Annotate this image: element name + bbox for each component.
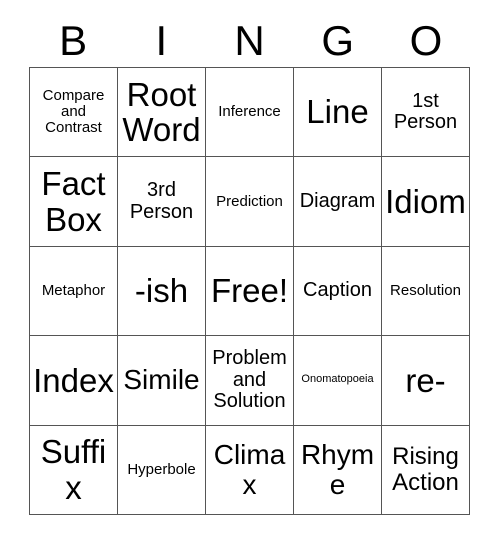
bingo-cell[interactable]: 1st Person [382, 68, 470, 158]
bingo-free-space-cell[interactable]: Free! [206, 246, 294, 337]
bingo-cell[interactable]: Inference [206, 68, 294, 158]
bingo-cell-label: re- [405, 361, 446, 399]
bingo-cell[interactable]: Prediction [206, 157, 294, 247]
bingo-cell[interactable]: Idiom [382, 157, 470, 247]
bingo-cell[interactable]: Diagram [294, 157, 382, 247]
bingo-cell[interactable]: Resolution [382, 246, 470, 337]
bingo-cell-label: Onomatopoeia [301, 373, 374, 386]
bingo-cell-label: Hyperbole [127, 460, 196, 478]
bingo-cell[interactable]: Suffix [30, 425, 118, 515]
bingo-cell-label: Resolution [390, 281, 461, 299]
bingo-cell-label: Root Word [122, 75, 201, 149]
bingo-cell[interactable]: re- [382, 336, 470, 426]
bingo-cell-label: 3rd Person [129, 179, 194, 223]
bingo-grid: Compare and Contrast Root Word Inference Li… [29, 67, 470, 515]
bingo-cell-label: Idiom [385, 182, 466, 220]
bingo-cell-label: Suffix [40, 433, 107, 506]
bingo-cell-label: Compare and Contrast [42, 86, 105, 137]
bingo-cell-label: Problem and Solution [212, 347, 287, 413]
bingo-header-letter-b: B [59, 16, 88, 64]
bingo-cell[interactable]: Problem and Solution [206, 336, 294, 426]
bingo-cell-label: Caption [303, 279, 372, 302]
bingo-cell[interactable]: Rhyme [294, 425, 382, 515]
bingo-header-row: BINGO [29, 14, 470, 67]
bingo-cell[interactable]: Fact Box [30, 157, 118, 247]
bingo-card: B I N G O Compare and Contrast Root Word Infer… [0, 0, 500, 544]
bingo-cell[interactable]: Line [294, 68, 382, 158]
bingo-cell[interactable]: -ish [118, 246, 206, 337]
bingo-cell-label: Metaphor [41, 281, 106, 299]
bingo-cell[interactable]: 3rd Person [118, 157, 206, 247]
bingo-header-letter-n: N [234, 16, 265, 64]
bingo-cell[interactable]: Caption [294, 246, 382, 337]
bingo-cell[interactable]: Onomatopoeia [294, 336, 382, 426]
bingo-cell-label: Free! [210, 272, 289, 310]
bingo-cell-label: Inference [218, 103, 281, 121]
bingo-cell-label: Index [33, 361, 114, 399]
bingo-cell-label: Simile [123, 364, 200, 396]
bingo-cell-label: Rhyme [300, 438, 375, 500]
bingo-cell-label: Rising Action [392, 442, 459, 496]
bingo-cell[interactable]: Compare and Contrast [30, 68, 118, 158]
bingo-cell[interactable]: Climax [206, 425, 294, 515]
bingo-cell-label: Diagram [299, 189, 376, 212]
bingo-header-letter-i: I [155, 16, 168, 64]
bingo-cell-label: Climax [213, 438, 286, 500]
bingo-cell-label: Prediction [216, 192, 283, 210]
bingo-cell-label: -ish [134, 272, 189, 310]
bingo-cell-label: Line [306, 93, 369, 131]
bingo-cell[interactable]: Rising Action [382, 425, 470, 515]
bingo-header-letter-o: O [409, 16, 443, 64]
bingo-cell[interactable]: Simile [118, 336, 206, 426]
bingo-cell-label: Fact Box [41, 164, 106, 238]
bingo-cell[interactable]: Hyperbole [118, 425, 206, 515]
bingo-cell[interactable]: Index [30, 336, 118, 426]
bingo-cell[interactable]: Root Word [118, 68, 206, 158]
bingo-cell[interactable]: Metaphor [30, 246, 118, 337]
bingo-cell-label: 1st Person [393, 89, 458, 134]
bingo-header-letter-g: G [321, 16, 355, 64]
